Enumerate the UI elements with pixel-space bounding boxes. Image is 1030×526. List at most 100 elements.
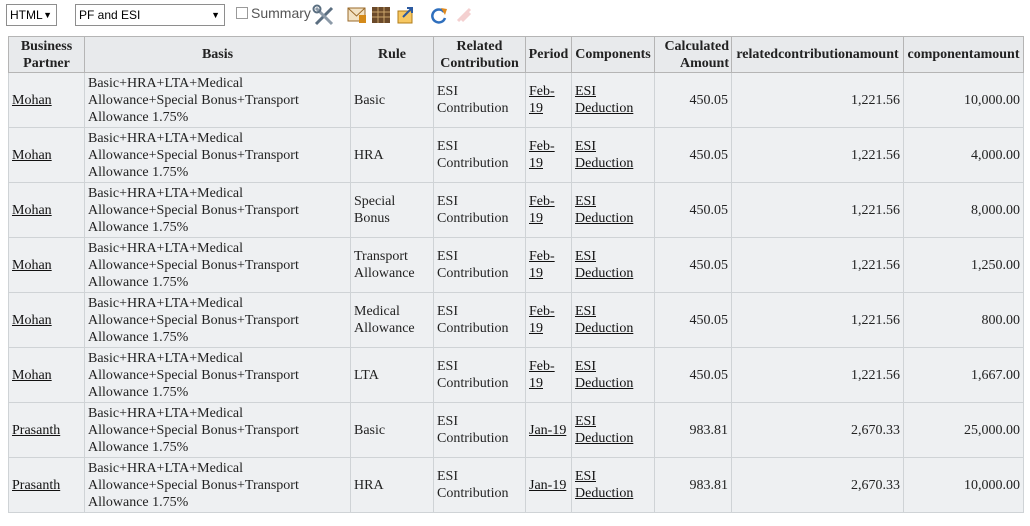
partner-cell[interactable]: Mohan [8, 182, 85, 238]
column-header-period[interactable]: Period [525, 36, 572, 73]
period-link[interactable]: Jan-19 [529, 478, 566, 493]
period-cell[interactable]: Feb-19 [525, 127, 572, 183]
column-header-relatedcontributionamount[interactable]: relatedcontributionamount [731, 36, 904, 73]
partner-link[interactable]: Prasanth [12, 478, 60, 493]
column-header-components[interactable]: Components [571, 36, 655, 73]
calculated-amount-cell: 450.05 [654, 72, 732, 128]
component-amount-cell: 1,667.00 [903, 347, 1024, 403]
component-link[interactable]: ESI Deduction [575, 84, 633, 116]
report-table: Business Partner Basis Rule Related Cont… [8, 36, 1024, 513]
report-select-value: PF and ESI [79, 8, 141, 22]
component-link[interactable]: ESI Deduction [575, 249, 633, 281]
related-amount-cell: 2,670.33 [731, 457, 904, 513]
components-cell[interactable]: ESI Deduction [571, 127, 655, 183]
summary-label: Summary [251, 5, 311, 21]
components-cell[interactable]: ESI Deduction [571, 72, 655, 128]
related-amount-cell: 2,670.33 [731, 402, 904, 458]
checkbox-box[interactable] [236, 7, 248, 19]
column-header-rule[interactable]: Rule [350, 36, 434, 73]
table-row: Prasanth Basic+HRA+LTA+Medical Allowance… [8, 457, 1024, 513]
component-link[interactable]: ESI Deduction [575, 359, 633, 391]
partner-cell[interactable]: Mohan [8, 127, 85, 183]
period-cell[interactable]: Feb-19 [525, 72, 572, 128]
period-cell[interactable]: Feb-19 [525, 237, 572, 293]
period-link[interactable]: Feb-19 [529, 139, 555, 171]
table-row: Mohan Basic+HRA+LTA+Medical Allowance+Sp… [8, 72, 1024, 128]
related-contribution-cell: ESI Contribution [433, 402, 526, 458]
component-amount-cell: 4,000.00 [903, 127, 1024, 183]
report-select[interactable]: PF and ESI ▼ [75, 4, 225, 26]
related-amount-cell: 1,221.56 [731, 127, 904, 183]
export-icon[interactable] [396, 5, 416, 24]
period-link[interactable]: Feb-19 [529, 359, 555, 391]
table-row: Mohan Basic+HRA+LTA+Medical Allowance+Sp… [8, 347, 1024, 403]
partner-cell[interactable]: Mohan [8, 72, 85, 128]
basis-cell: Basic+HRA+LTA+Medical Allowance+Special … [84, 127, 351, 183]
format-select[interactable]: HTML ▼ [6, 4, 57, 26]
rule-cell: Basic [350, 402, 434, 458]
related-contribution-cell: ESI Contribution [433, 237, 526, 293]
period-link[interactable]: Feb-19 [529, 304, 555, 336]
rule-cell: HRA [350, 127, 434, 183]
components-cell[interactable]: ESI Deduction [571, 402, 655, 458]
column-header-business-partner[interactable]: Business Partner [8, 36, 85, 73]
chevron-down-icon: ▼ [211, 10, 220, 20]
settings-icon[interactable] [312, 4, 336, 26]
column-header-componentamount[interactable]: componentamount [903, 36, 1024, 73]
period-link[interactable]: Feb-19 [529, 84, 555, 116]
table-row: Mohan Basic+HRA+LTA+Medical Allowance+Sp… [8, 237, 1024, 293]
period-cell[interactable]: Feb-19 [525, 182, 572, 238]
email-icon[interactable] [347, 6, 367, 24]
chevron-down-icon: ▼ [43, 10, 52, 20]
period-link[interactable]: Feb-19 [529, 249, 555, 281]
period-cell[interactable]: Feb-19 [525, 292, 572, 348]
period-cell[interactable]: Feb-19 [525, 347, 572, 403]
partner-link[interactable]: Mohan [12, 258, 52, 273]
components-cell[interactable]: ESI Deduction [571, 237, 655, 293]
related-contribution-cell: ESI Contribution [433, 127, 526, 183]
component-link[interactable]: ESI Deduction [575, 469, 633, 501]
summary-checkbox[interactable]: Summary [236, 5, 311, 21]
period-link[interactable]: Jan-19 [529, 423, 566, 438]
partner-link[interactable]: Mohan [12, 148, 52, 163]
components-cell[interactable]: ESI Deduction [571, 457, 655, 513]
period-link[interactable]: Feb-19 [529, 194, 555, 226]
basis-cell: Basic+HRA+LTA+Medical Allowance+Special … [84, 182, 351, 238]
calculated-amount-cell: 983.81 [654, 402, 732, 458]
partner-link[interactable]: Mohan [12, 313, 52, 328]
component-amount-cell: 10,000.00 [903, 72, 1024, 128]
components-cell[interactable]: ESI Deduction [571, 292, 655, 348]
column-header-calculated-amount[interactable]: Calculated Amount [654, 36, 732, 73]
period-cell[interactable]: Jan-19 [525, 457, 572, 513]
partner-link[interactable]: Mohan [12, 368, 52, 383]
excel-icon[interactable] [371, 6, 391, 24]
clear-icon [456, 7, 472, 23]
refresh-icon[interactable] [429, 6, 449, 24]
component-amount-cell: 8,000.00 [903, 182, 1024, 238]
partner-cell[interactable]: Mohan [8, 237, 85, 293]
partner-cell[interactable]: Mohan [8, 292, 85, 348]
partner-link[interactable]: Prasanth [12, 423, 60, 438]
column-header-basis[interactable]: Basis [84, 36, 351, 73]
component-amount-cell: 800.00 [903, 292, 1024, 348]
period-cell[interactable]: Jan-19 [525, 402, 572, 458]
partner-cell[interactable]: Mohan [8, 347, 85, 403]
components-cell[interactable]: ESI Deduction [571, 182, 655, 238]
component-link[interactable]: ESI Deduction [575, 139, 633, 171]
partner-link[interactable]: Mohan [12, 93, 52, 108]
calculated-amount-cell: 450.05 [654, 292, 732, 348]
rule-cell: Transport Allowance [350, 237, 434, 293]
components-cell[interactable]: ESI Deduction [571, 347, 655, 403]
partner-cell[interactable]: Prasanth [8, 402, 85, 458]
related-amount-cell: 1,221.56 [731, 182, 904, 238]
partner-link[interactable]: Mohan [12, 203, 52, 218]
rule-cell: HRA [350, 457, 434, 513]
component-link[interactable]: ESI Deduction [575, 304, 633, 336]
partner-cell[interactable]: Prasanth [8, 457, 85, 513]
related-amount-cell: 1,221.56 [731, 347, 904, 403]
component-link[interactable]: ESI Deduction [575, 194, 633, 226]
component-link[interactable]: ESI Deduction [575, 414, 633, 446]
report-grid: Business Partner Basis Rule Related Cont… [8, 36, 1024, 513]
column-header-related-contribution[interactable]: Related Contribution [433, 36, 526, 73]
format-select-value: HTML [10, 8, 43, 22]
